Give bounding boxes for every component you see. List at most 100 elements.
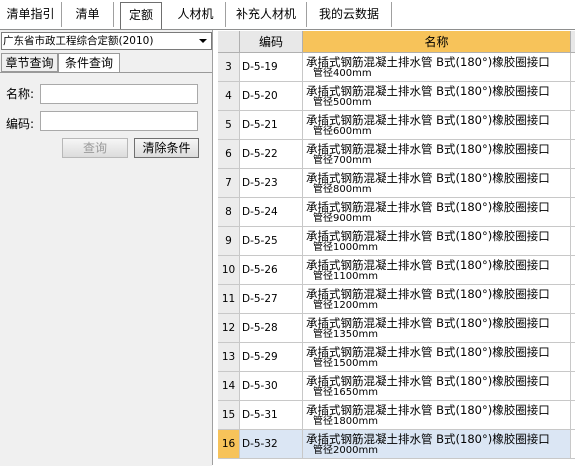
row-name-line1: 承插式钢筋混凝土排水管 B式(180°)橡胶圈接口	[306, 200, 550, 214]
row-index: 8	[218, 198, 240, 227]
tab-qingdan[interactable]: 清单	[62, 2, 114, 27]
tab-chapter-query[interactable]: 章节查询	[1, 53, 58, 72]
row-name-line2: 管径800mm	[313, 184, 372, 195]
row-more	[571, 169, 575, 198]
row-index: 13	[218, 343, 240, 372]
row-index: 9	[218, 227, 240, 256]
row-name: 承插式钢筋混凝土排水管 B式(180°)橡胶圈接口 管径1350mm	[303, 314, 571, 343]
row-name: 承插式钢筋混凝土排水管 B式(180°)橡胶圈接口 管径1000mm	[303, 227, 571, 256]
row-name-line2: 管径1100mm	[313, 271, 378, 282]
row-name-line2: 管径500mm	[313, 97, 372, 108]
clear-conditions-button[interactable]: 清除条件	[134, 138, 199, 158]
top-tab-bar: 清单指引 清单 定额 人材机 补充人材机 我的云数据	[0, 0, 575, 30]
table-row[interactable]: 16 D-5-32 承插式钢筋混凝土排水管 B式(180°)橡胶圈接口 管径2000m…	[218, 430, 575, 459]
row-name-line1: 承插式钢筋混凝土排水管 B式(180°)橡胶圈接口	[306, 403, 550, 417]
row-name-line1: 承插式钢筋混凝土排水管 B式(180°)橡胶圈接口	[306, 113, 550, 127]
header-more	[571, 31, 575, 53]
row-more	[571, 82, 575, 111]
header-name[interactable]: 名称	[303, 31, 571, 53]
library-select[interactable]: 广东省市政工程综合定额(2010)	[1, 32, 212, 50]
row-name: 承插式钢筋混凝土排水管 B式(180°)橡胶圈接口 管径2000mm	[303, 430, 571, 459]
row-index: 14	[218, 372, 240, 401]
row-name-line1: 承插式钢筋混凝土排水管 B式(180°)橡胶圈接口	[306, 258, 550, 272]
row-code: D-5-19	[240, 53, 303, 82]
table-row[interactable]: 8 D-5-24 承插式钢筋混凝土排水管 B式(180°)橡胶圈接口 管径900mm	[218, 198, 575, 227]
table-row[interactable]: 12 D-5-28 承插式钢筋混凝土排水管 B式(180°)橡胶圈接口 管径1350m…	[218, 314, 575, 343]
row-more	[571, 285, 575, 314]
table-row[interactable]: 9 D-5-25 承插式钢筋混凝土排水管 B式(180°)橡胶圈接口 管径1000mm	[218, 227, 575, 256]
row-name: 承插式钢筋混凝土排水管 B式(180°)橡胶圈接口 管径700mm	[303, 140, 571, 169]
header-code[interactable]: 编码	[240, 31, 303, 53]
row-more	[571, 198, 575, 227]
row-more	[571, 111, 575, 140]
name-label: 名称:	[6, 87, 35, 101]
header-row-index	[218, 31, 240, 53]
row-more	[571, 53, 575, 82]
tab-rencaiji[interactable]: 人材机	[166, 2, 226, 27]
tab-condition-query[interactable]: 条件查询	[58, 53, 120, 73]
row-index: 12	[218, 314, 240, 343]
library-select-value: 广东省市政工程综合定额(2010)	[3, 35, 154, 47]
row-more	[571, 256, 575, 285]
tab-dinge[interactable]: 定额	[120, 2, 162, 29]
row-name-line2: 管径1650mm	[313, 387, 378, 398]
row-index: 16	[218, 430, 240, 459]
table-row[interactable]: 14 D-5-30 承插式钢筋混凝土排水管 B式(180°)橡胶圈接口 管径1650m…	[218, 372, 575, 401]
row-name: 承插式钢筋混凝土排水管 B式(180°)橡胶圈接口 管径400mm	[303, 53, 571, 82]
row-code: D-5-30	[240, 372, 303, 401]
tab-qingdan-zhiyin[interactable]: 清单指引	[0, 2, 62, 27]
row-name-line1: 承插式钢筋混凝土排水管 B式(180°)橡胶圈接口	[306, 229, 550, 243]
row-name-line1: 承插式钢筋混凝土排水管 B式(180°)橡胶圈接口	[306, 84, 550, 98]
table-row[interactable]: 6 D-5-22 承插式钢筋混凝土排水管 B式(180°)橡胶圈接口 管径700mm	[218, 140, 575, 169]
row-name: 承插式钢筋混凝土排水管 B式(180°)橡胶圈接口 管径900mm	[303, 198, 571, 227]
left-panel: 广东省市政工程综合定额(2010) 章节查询 条件查询 名称: 编码: 查询 清…	[0, 30, 213, 466]
row-name-line2: 管径600mm	[313, 126, 372, 137]
row-name-line2: 管径700mm	[313, 155, 372, 166]
row-name: 承插式钢筋混凝土排水管 B式(180°)橡胶圈接口 管径600mm	[303, 111, 571, 140]
row-code: D-5-24	[240, 198, 303, 227]
table-row[interactable]: 5 D-5-21 承插式钢筋混凝土排水管 B式(180°)橡胶圈接口 管径600mm	[218, 111, 575, 140]
row-name-line1: 承插式钢筋混凝土排水管 B式(180°)橡胶圈接口	[306, 374, 550, 388]
row-name-line1: 承插式钢筋混凝土排水管 B式(180°)橡胶圈接口	[306, 142, 550, 156]
row-index: 7	[218, 169, 240, 198]
tab-my-cloud-data[interactable]: 我的云数据	[307, 2, 392, 27]
row-code: D-5-26	[240, 256, 303, 285]
row-name-line2: 管径900mm	[313, 213, 372, 224]
table-row[interactable]: 13 D-5-29 承插式钢筋混凝土排水管 B式(180°)橡胶圈接口 管径1500m…	[218, 343, 575, 372]
row-code: D-5-21	[240, 111, 303, 140]
table-row[interactable]: 3 D-5-19 承插式钢筋混凝土排水管 B式(180°)橡胶圈接口 管径400mm	[218, 53, 575, 82]
row-name-line2: 管径1800mm	[313, 416, 378, 427]
table-row[interactable]: 4 D-5-20 承插式钢筋混凝土排水管 B式(180°)橡胶圈接口 管径500mm	[218, 82, 575, 111]
code-input[interactable]	[40, 111, 198, 131]
query-button[interactable]: 查询	[62, 138, 128, 158]
row-name-line1: 承插式钢筋混凝土排水管 B式(180°)橡胶圈接口	[306, 345, 550, 359]
row-code: D-5-22	[240, 140, 303, 169]
row-code: D-5-29	[240, 343, 303, 372]
row-code: D-5-28	[240, 314, 303, 343]
row-more	[571, 430, 575, 459]
quota-grid: 编码 名称 3 D-5-19 承插式钢筋混凝土排水管 B式(180°)橡胶圈接口 管径…	[218, 31, 575, 465]
row-name: 承插式钢筋混凝土排水管 B式(180°)橡胶圈接口 管径800mm	[303, 169, 571, 198]
row-name-line2: 管径1000mm	[313, 242, 378, 253]
condition-query-panel: 名称: 编码: 查询 清除条件	[0, 72, 212, 466]
table-row[interactable]: 7 D-5-23 承插式钢筋混凝土排水管 B式(180°)橡胶圈接口 管径800mm	[218, 169, 575, 198]
row-index: 5	[218, 111, 240, 140]
chevron-down-icon[interactable]	[196, 34, 210, 48]
row-name-line2: 管径400mm	[313, 68, 372, 79]
row-name: 承插式钢筋混凝土排水管 B式(180°)橡胶圈接口 管径1650mm	[303, 372, 571, 401]
row-code: D-5-25	[240, 227, 303, 256]
row-name: 承插式钢筋混凝土排水管 B式(180°)橡胶圈接口 管径1100mm	[303, 256, 571, 285]
row-code: D-5-23	[240, 169, 303, 198]
row-name-line1: 承插式钢筋混凝土排水管 B式(180°)橡胶圈接口	[306, 432, 550, 446]
table-row[interactable]: 15 D-5-31 承插式钢筋混凝土排水管 B式(180°)橡胶圈接口 管径1800m…	[218, 401, 575, 430]
tab-buchong-rencaiji[interactable]: 补充人材机	[226, 2, 307, 27]
name-input[interactable]	[40, 84, 198, 104]
row-index: 10	[218, 256, 240, 285]
table-row[interactable]: 11 D-5-27 承插式钢筋混凝土排水管 B式(180°)橡胶圈接口 管径1200m…	[218, 285, 575, 314]
row-index: 4	[218, 82, 240, 111]
row-name-line1: 承插式钢筋混凝土排水管 B式(180°)橡胶圈接口	[306, 171, 550, 185]
row-name: 承插式钢筋混凝土排水管 B式(180°)橡胶圈接口 管径1800mm	[303, 401, 571, 430]
table-row[interactable]: 10 D-5-26 承插式钢筋混凝土排水管 B式(180°)橡胶圈接口 管径1100m…	[218, 256, 575, 285]
row-index: 3	[218, 53, 240, 82]
row-name-line2: 管径2000mm	[313, 445, 378, 456]
